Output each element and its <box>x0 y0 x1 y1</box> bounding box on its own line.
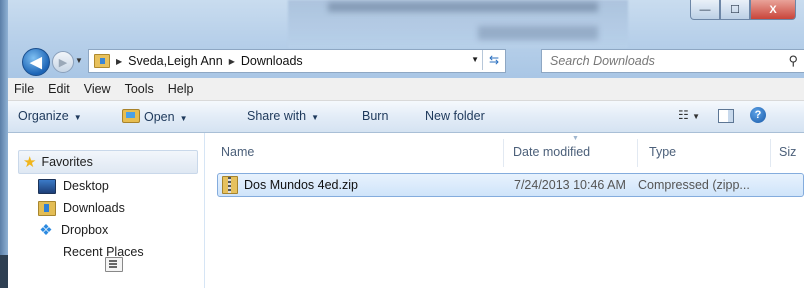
sidebar-item-desktop[interactable]: Desktop <box>38 177 109 195</box>
address-bar[interactable]: ▶ Sveda,Leigh Ann ▶ Downloads ▼ ⇆ <box>88 49 506 73</box>
minimize-button[interactable]: — <box>690 0 720 20</box>
navigation-pane: ★ Favorites Desktop Downloads ❖ Dropbox R… <box>8 133 205 288</box>
change-view-button[interactable]: ☷ ▼ <box>678 108 700 122</box>
forward-button[interactable]: ▶ <box>52 51 74 73</box>
help-button[interactable]: ? <box>750 107 766 123</box>
organize-button[interactable]: Organize ▼ <box>18 109 82 123</box>
desktop-background-strip <box>0 0 8 288</box>
column-divider[interactable] <box>503 139 504 167</box>
maximize-button[interactable]: ☐ <box>720 0 750 20</box>
favorites-label: Favorites <box>41 155 93 169</box>
sidebar-item-label: Dropbox <box>61 223 109 237</box>
refresh-button[interactable]: ⇆ <box>482 50 505 70</box>
refresh-icon: ⇆ <box>488 53 500 67</box>
share-with-label: Share with <box>247 109 307 123</box>
desktop-icon <box>38 178 56 194</box>
search-input[interactable]: Search Downloads ⚲ <box>541 49 804 73</box>
open-folder-icon <box>122 109 140 123</box>
sidebar-item-dropbox[interactable]: ❖ Dropbox <box>38 221 108 239</box>
help-icon: ? <box>754 109 762 121</box>
recent-pages-dropdown[interactable]: ▼ <box>75 56 83 65</box>
menu-tools[interactable]: Tools <box>125 82 154 96</box>
sidebar-item-recent-places[interactable]: Recent Places <box>38 243 144 272</box>
folder-icon <box>94 54 110 68</box>
column-divider[interactable] <box>770 139 771 167</box>
navigation-bar: ◀ ▶ ▼ ▶ Sveda,Leigh Ann ▶ Downloads ▼ ⇆ … <box>8 44 804 78</box>
sidebar-item-favorites[interactable]: ★ Favorites <box>18 150 198 174</box>
column-header-size[interactable]: Siz <box>779 145 796 159</box>
sidebar-item-label: Downloads <box>63 201 125 215</box>
open-label: Open <box>144 110 175 124</box>
forward-arrow-icon: ▶ <box>58 56 68 69</box>
back-button[interactable]: ◀ <box>22 48 50 76</box>
column-header-name[interactable]: Name <box>221 145 254 159</box>
organize-label: Organize <box>18 109 69 123</box>
command-bar: Organize ▼ Open ▼ Share with ▼ Burn New fol… <box>8 101 804 133</box>
zip-file-icon <box>222 176 238 194</box>
sort-indicator-icon: ▼ <box>572 135 579 142</box>
chevron-down-icon: ▼ <box>179 114 188 123</box>
file-list: ▼ Name Date modified Type Siz Dos Mundos… <box>205 133 804 288</box>
preview-pane-button[interactable] <box>718 109 734 123</box>
file-row[interactable]: Dos Mundos 4ed.zip 7/24/2013 10:46 AM Co… <box>217 173 804 197</box>
search-icon[interactable]: ⚲ <box>788 53 798 69</box>
menu-file[interactable]: File <box>14 82 34 96</box>
chevron-right-icon[interactable]: ▶ <box>116 57 122 66</box>
file-date-modified: 7/24/2013 10:46 AM <box>514 178 626 192</box>
star-icon: ★ <box>23 154 37 171</box>
chevron-down-icon: ▼ <box>311 113 319 122</box>
breadcrumb-user[interactable]: Sveda,Leigh Ann <box>128 54 223 68</box>
column-divider[interactable] <box>637 139 638 167</box>
file-type: Compressed (zipp... <box>638 178 750 192</box>
address-history-dropdown[interactable]: ▼ <box>471 55 479 64</box>
chevron-down-icon: ▼ <box>692 112 701 121</box>
recent-places-icon <box>105 256 123 272</box>
sidebar-item-label: Desktop <box>63 179 109 193</box>
view-list-icon: ☷ <box>678 108 689 122</box>
burn-button[interactable]: Burn <box>362 109 388 123</box>
menu-view[interactable]: View <box>84 82 111 96</box>
chevron-down-icon: ▼ <box>73 113 82 122</box>
menu-help[interactable]: Help <box>168 82 194 96</box>
file-name: Dos Mundos 4ed.zip <box>244 178 358 192</box>
share-with-button[interactable]: Share with ▼ <box>247 109 319 123</box>
search-placeholder: Search Downloads <box>550 54 655 68</box>
sidebar-item-downloads[interactable]: Downloads <box>38 199 125 217</box>
downloads-folder-icon <box>38 200 56 216</box>
breadcrumb-downloads[interactable]: Downloads <box>241 54 303 68</box>
menu-edit[interactable]: Edit <box>48 82 70 96</box>
column-header-date-modified[interactable]: Date modified <box>513 145 590 159</box>
chevron-right-icon[interactable]: ▶ <box>229 57 235 66</box>
close-button[interactable]: X <box>750 0 796 20</box>
back-arrow-icon: ◀ <box>30 54 42 71</box>
caption-buttons: — ☐ X <box>690 0 796 20</box>
menu-bar: File Edit View Tools Help <box>8 78 804 101</box>
open-button[interactable]: Open ▼ <box>122 109 188 124</box>
new-folder-button[interactable]: New folder <box>425 109 485 123</box>
dropbox-icon: ❖ <box>39 222 53 239</box>
column-header-type[interactable]: Type <box>649 145 676 159</box>
sidebar-item-label: Recent Places <box>63 245 144 259</box>
